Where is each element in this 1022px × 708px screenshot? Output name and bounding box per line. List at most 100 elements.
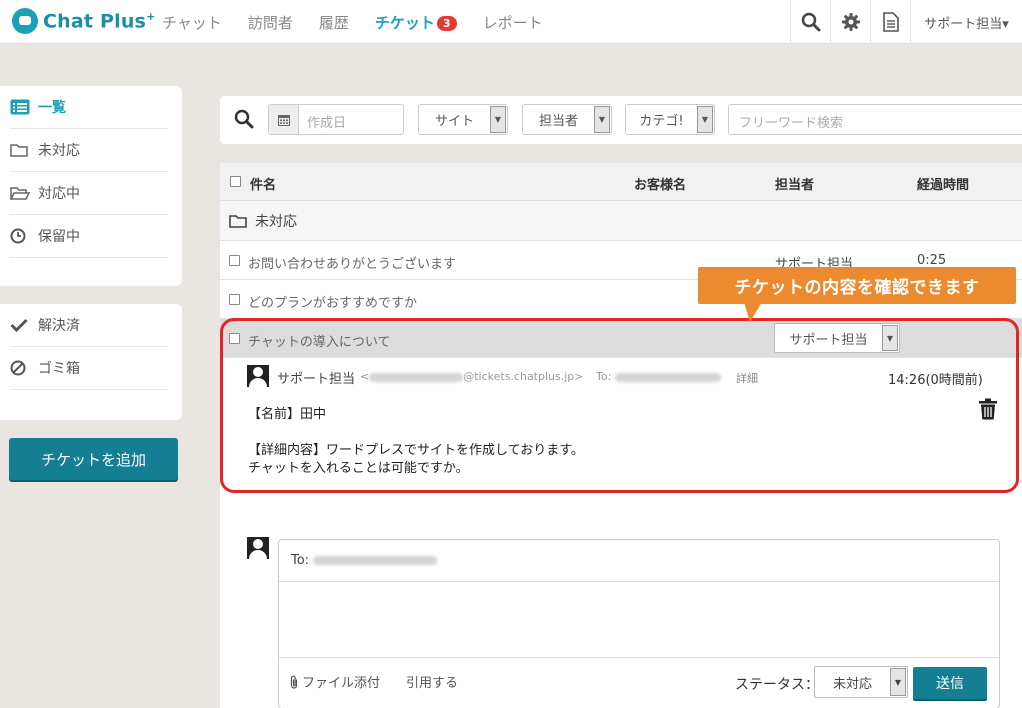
col-customer[interactable]: お客様名 — [634, 174, 686, 193]
col-elapsed[interactable]: 経過時間 — [917, 174, 969, 193]
sidebar-item-label: 対応中 — [38, 186, 80, 202]
sidebar-item-label: 解決済 — [38, 318, 80, 334]
calendar-icon — [269, 105, 299, 134]
trash-icon[interactable] — [978, 398, 998, 424]
nav-reports[interactable]: レポート — [483, 12, 543, 33]
row-checkbox[interactable] — [229, 255, 240, 266]
status-label: ステータス： — [735, 677, 819, 693]
nav-visitors[interactable]: 訪問者 — [248, 12, 293, 33]
message-body: 【名前】田中 【詳細内容】ワードプレスでサイトを作成しております。 チャットを入… — [248, 406, 584, 478]
message-to: To: — [596, 370, 721, 383]
sidebar-item-in-progress[interactable]: 対応中 — [10, 172, 168, 215]
logo[interactable]: Chat Plus+ — [12, 8, 155, 34]
message-line: チャットを入れることは可能ですか。 — [248, 461, 469, 476]
dropdown-arrow-icon: ▼ — [697, 106, 713, 133]
clock-icon — [10, 228, 32, 244]
paperclip-icon — [289, 675, 299, 689]
folder-icon — [229, 214, 247, 228]
col-assignee[interactable]: 担当者 — [775, 174, 814, 193]
nav-history[interactable]: 履歴 — [319, 12, 349, 33]
check-icon — [10, 318, 32, 332]
row-elapsed: 0:25 — [917, 253, 947, 268]
sidebar-item-trash[interactable]: ゴミ箱 — [10, 347, 168, 390]
gear-icon[interactable] — [830, 0, 870, 44]
row-assignee-select-label: サポート担当 — [789, 332, 868, 348]
user-menu[interactable]: サポート担当▾ — [910, 0, 1022, 44]
sidebar-item-label: 保留中 — [38, 229, 80, 245]
list-icon — [10, 99, 32, 115]
message-detail-link[interactable]: 詳細 — [736, 370, 758, 386]
avatar — [247, 365, 269, 387]
ticket-table: 件名 お客様名 担当者 経過時間 未対応 お問い合わせありがとうございます サポ… — [220, 163, 1022, 708]
filter-bar: 作成日 サイト ▼ 担当者 ▼ カテゴ! ▼ フリーワード検索 — [220, 96, 1022, 144]
message-sender: サポート担当 — [277, 372, 356, 387]
avatar — [247, 537, 269, 559]
main-nav: チャット 訪問者 履歴 チケット 3 レポート — [162, 12, 569, 33]
status-select-value: 未対応 — [832, 676, 872, 692]
site-select-label: サイト — [434, 114, 474, 129]
date-placeholder: 作成日 — [307, 116, 347, 131]
reply-to-field[interactable]: To: — [279, 540, 999, 582]
message-line: 【詳細内容】ワードプレスでサイトを作成しております。 — [248, 443, 584, 458]
callout-pointer — [744, 302, 762, 322]
row-checkbox[interactable] — [229, 333, 240, 344]
quote-button[interactable]: 引用する — [406, 672, 458, 691]
nav-chat[interactable]: チャット — [162, 12, 222, 33]
annotation-callout: チケットの内容を確認できます — [698, 267, 1016, 304]
sidebar-item-label: 一覧 — [38, 100, 66, 116]
row-subject[interactable]: チャットの導入について — [248, 331, 390, 350]
sidebar-item-all[interactable]: 一覧 — [10, 86, 168, 129]
dropdown-arrow-icon: ▼ — [882, 325, 898, 351]
reply-composer: To: ファイル添付 引用する ステータス： 未対応 ▼ 送信 — [278, 539, 1000, 708]
group-unhandled[interactable]: 未対応 — [220, 201, 1022, 241]
dropdown-arrow-icon: ▼ — [594, 106, 610, 133]
folder-open-icon — [10, 186, 32, 200]
row-checkbox[interactable] — [229, 294, 240, 305]
send-button[interactable]: 送信 — [913, 667, 987, 699]
sidebar-archive-list: 解決済 ゴミ箱 — [0, 304, 182, 420]
dropdown-arrow-icon: ▼ — [490, 106, 506, 133]
attach-file-label: ファイル添付 — [302, 676, 381, 691]
sidebar-item-resolved[interactable]: 解決済 — [10, 304, 168, 347]
row-assignee-select[interactable]: サポート担当 ▼ — [774, 323, 900, 353]
assignee-select-label: 担当者 — [538, 114, 578, 129]
sidebar-item-unhandled[interactable]: 未対応 — [10, 129, 168, 172]
freeword-search-input[interactable]: フリーワード検索 — [728, 104, 1022, 135]
document-icon[interactable] — [870, 0, 910, 44]
select-all-checkbox[interactable] — [230, 176, 241, 187]
message-time: 14:26(0時間前) — [888, 373, 983, 388]
message-email: < @tickets.chatplus.jp> — [360, 370, 584, 383]
row-subject[interactable]: お問い合わせありがとうございます — [248, 253, 456, 272]
table-row-selected[interactable]: チャットの導入について サポート担当 ▼ — [220, 319, 1022, 358]
logo-text: Chat Plus+ — [43, 9, 156, 33]
logo-chat-icon — [12, 8, 38, 34]
dropdown-arrow-icon: ▼ — [890, 668, 906, 696]
tickets-count-badge: 3 — [436, 16, 457, 31]
attach-file-button[interactable]: ファイル添付 — [289, 672, 380, 691]
reply-textarea[interactable] — [279, 582, 999, 658]
message-line: 【名前】田中 — [248, 407, 327, 422]
search-icon[interactable] — [790, 0, 830, 44]
nav-tickets[interactable]: チケット 3 — [375, 12, 457, 33]
created-date-filter[interactable]: 作成日 — [268, 104, 404, 135]
category-select[interactable]: カテゴ! ▼ — [625, 104, 715, 135]
redacted-text — [313, 556, 438, 565]
group-label: 未対応 — [255, 213, 297, 230]
ban-icon — [10, 360, 32, 376]
category-select-label: カテゴ! — [639, 114, 684, 129]
sidebar-item-on-hold[interactable]: 保留中 — [10, 215, 168, 258]
add-ticket-button[interactable]: チケットを追加 — [9, 438, 178, 480]
reply-footer: ファイル添付 引用する ステータス： 未対応 ▼ 送信 — [279, 658, 999, 708]
search-icon[interactable] — [234, 109, 254, 133]
redacted-text — [369, 372, 464, 382]
sidebar-item-label: 未対応 — [38, 143, 80, 159]
assignee-select[interactable]: 担当者 ▼ — [522, 104, 612, 135]
ticket-message: サポート担当 < @tickets.chatplus.jp> To: 詳細 14:… — [220, 358, 1022, 494]
table-header: 件名 お客様名 担当者 経過時間 — [220, 163, 1022, 201]
status-select[interactable]: 未対応 ▼ — [814, 666, 908, 698]
col-subject[interactable]: 件名 — [250, 174, 276, 193]
row-subject[interactable]: どのプランがおすすめですか — [248, 292, 417, 311]
folder-icon — [10, 143, 32, 157]
redacted-text — [614, 372, 721, 382]
site-select[interactable]: サイト ▼ — [418, 104, 508, 135]
